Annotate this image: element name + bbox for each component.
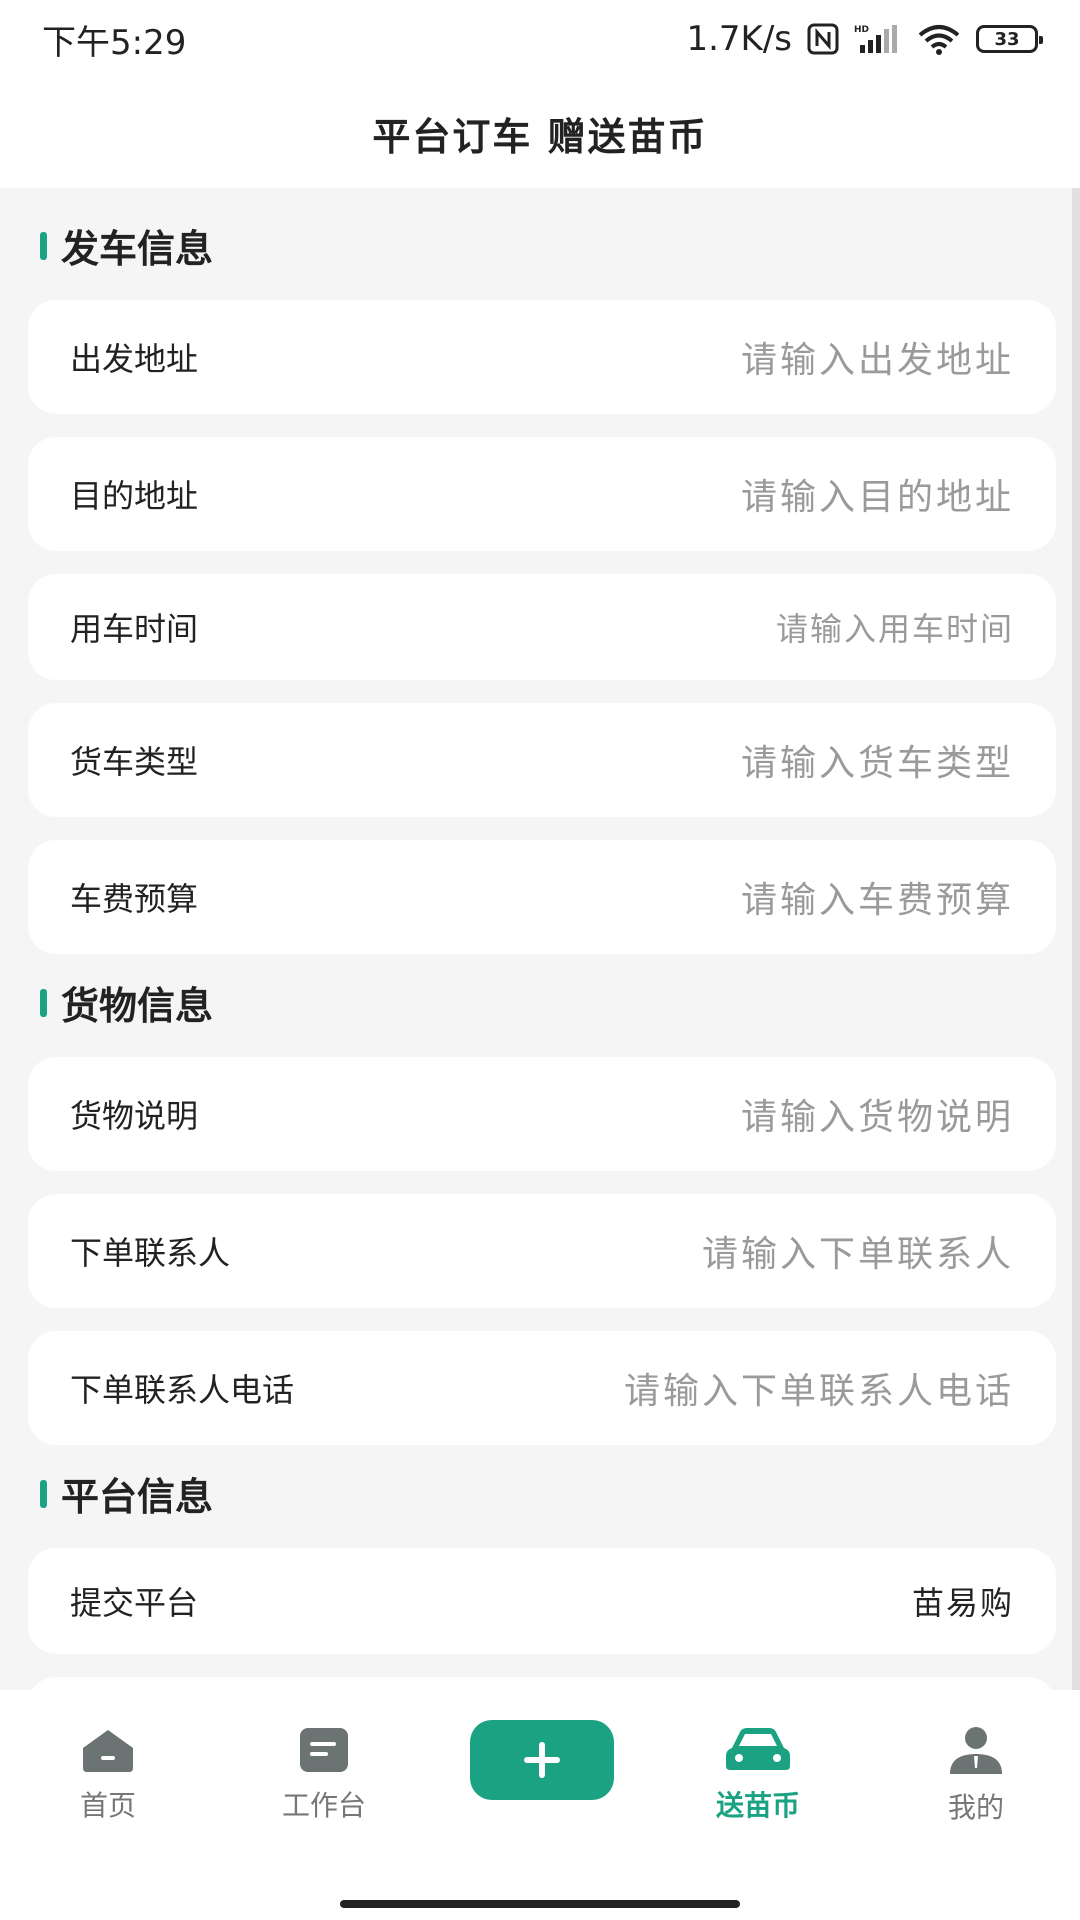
page-title: 平台订车 赠送苗币 [372, 114, 708, 159]
page-header: 平台订车 赠送苗币 [0, 78, 1080, 188]
car-icon [726, 1728, 790, 1770]
section-title-text: 平台信息 [61, 1475, 214, 1519]
field-order-contact[interactable]: 下单联系人 请输入下单联系人 [28, 1194, 1056, 1308]
section-accent-bar [40, 1479, 47, 1508]
workbench-icon [300, 1728, 348, 1772]
section-title-text: 发车信息 [61, 227, 214, 271]
svg-text:HD: HD [854, 25, 869, 35]
nav-item-profile[interactable]: 我的 [886, 1726, 1066, 1826]
nav-item-workbench[interactable]: 工作台 [234, 1726, 414, 1824]
field-label: 车费预算 [70, 880, 199, 918]
field-label: 下单联系人 [70, 1234, 231, 1272]
nav-label: 首页 [79, 1789, 136, 1822]
network-speed: 1.7K/s [686, 19, 792, 59]
nav-label: 我的 [947, 1791, 1004, 1824]
section-accent-bar [40, 231, 47, 260]
nav-item-home[interactable]: 首页 [18, 1726, 198, 1824]
wifi-icon [916, 23, 962, 55]
status-bar: 下午5:29 1.7K/s HD 33 [0, 0, 1080, 78]
cargo-description-input[interactable]: 请输入货物说明 [741, 1088, 1014, 1140]
field-truck-type[interactable]: 货车类型 请输入货车类型 [28, 703, 1056, 817]
add-order-button[interactable] [470, 1720, 614, 1800]
field-label: 货车类型 [70, 743, 199, 781]
field-label: 提交平台 [70, 1584, 199, 1622]
section-title-departure: 发车信息 [40, 218, 213, 273]
use-time-input[interactable]: 请输入用车时间 [776, 604, 1014, 650]
field-label: 出发地址 [70, 340, 199, 378]
field-label: 目的地址 [70, 477, 199, 515]
field-use-time[interactable]: 用车时间 请输入用车时间 [28, 574, 1056, 680]
destination-address-input[interactable]: 请输入目的地址 [741, 468, 1014, 520]
battery-icon: 33 [976, 25, 1043, 53]
field-label: 货物说明 [70, 1097, 199, 1135]
signal-icon: HD [854, 23, 902, 55]
section-title-cargo: 货物信息 [40, 975, 213, 1030]
section-accent-bar [40, 988, 47, 1017]
home-icon [83, 1730, 133, 1772]
status-time: 下午5:29 [42, 22, 187, 63]
bottom-nav: 首页 工作台 送苗币 我的 [0, 1690, 1080, 1920]
field-next-card[interactable] [28, 1677, 1056, 1690]
field-cargo-description[interactable]: 货物说明 请输入货物说明 [28, 1057, 1056, 1171]
order-contact-input[interactable]: 请输入下单联系人 [702, 1225, 1014, 1277]
nav-label: 送苗币 [715, 1789, 800, 1822]
field-destination-address[interactable]: 目的地址 请输入目的地址 [28, 437, 1056, 551]
field-label: 用车时间 [70, 610, 199, 648]
truck-type-input[interactable]: 请输入货车类型 [741, 734, 1014, 786]
profile-icon [950, 1727, 1002, 1774]
field-departure-address[interactable]: 出发地址 请输入出发地址 [28, 300, 1056, 414]
section-title-text: 货物信息 [61, 984, 214, 1028]
form-content[interactable]: 发车信息 出发地址 请输入出发地址 目的地址 请输入目的地址 用车时间 请输入用… [0, 188, 1080, 1690]
status-icons: 1.7K/s HD 33 [686, 19, 1043, 59]
nav-item-send-coins[interactable]: 送苗币 [668, 1726, 848, 1824]
nfc-icon [806, 22, 840, 56]
fare-budget-input[interactable]: 请输入车费预算 [741, 871, 1014, 923]
field-fare-budget[interactable]: 车费预算 请输入车费预算 [28, 840, 1056, 954]
field-order-contact-phone[interactable]: 下单联系人电话 请输入下单联系人电话 [28, 1331, 1056, 1445]
field-submit-platform[interactable]: 提交平台 苗易购 [28, 1548, 1056, 1654]
submit-platform-value[interactable]: 苗易购 [912, 1578, 1014, 1624]
field-label: 下单联系人电话 [70, 1371, 295, 1409]
section-title-platform: 平台信息 [40, 1466, 213, 1521]
battery-level: 33 [994, 28, 1020, 50]
nav-label: 工作台 [281, 1789, 366, 1822]
plus-icon [524, 1742, 560, 1778]
scrollbar[interactable] [1072, 188, 1080, 1690]
home-indicator[interactable] [340, 1900, 740, 1908]
departure-address-input[interactable]: 请输入出发地址 [741, 331, 1014, 383]
order-contact-phone-input[interactable]: 请输入下单联系人电话 [624, 1362, 1014, 1414]
